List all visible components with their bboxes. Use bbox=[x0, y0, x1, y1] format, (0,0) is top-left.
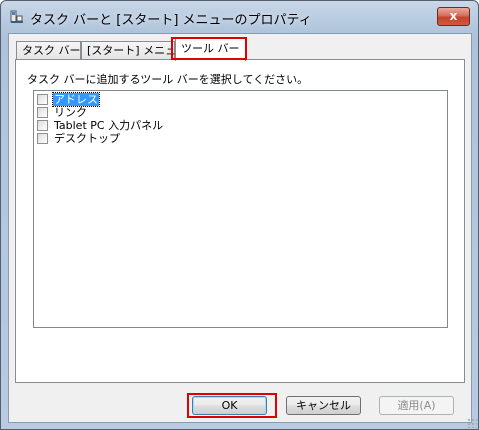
list-item-label: デスクトップ bbox=[54, 132, 120, 145]
tab-start-menu[interactable]: [スタート] メニュー bbox=[81, 41, 187, 60]
cancel-button[interactable]: キャンセル bbox=[286, 396, 361, 415]
tab-toolbars[interactable]: ツール バー bbox=[175, 38, 246, 61]
list-item-label: リンク bbox=[54, 106, 87, 119]
resize-grip-icon[interactable] bbox=[467, 418, 477, 428]
title-bar[interactable]: タスク バーと [スタート] メニューのプロパティ x bbox=[1, 1, 478, 33]
apply-button[interactable]: 適用(A) bbox=[379, 396, 454, 415]
instruction-text: タスク バーに追加するツール バーを選択してください。 bbox=[27, 73, 309, 86]
desktop-checkbox[interactable] bbox=[37, 133, 48, 144]
toolbars-tab-panel: タスク バーに追加するツール バーを選択してください。 アドレス リンク Tab… bbox=[15, 59, 465, 383]
close-button[interactable]: x bbox=[437, 7, 470, 26]
window-title: タスク バーと [スタート] メニューのプロパティ bbox=[30, 13, 312, 28]
dialog-button-bar: OK キャンセル 適用(A) bbox=[9, 392, 471, 418]
taskbar-properties-icon bbox=[10, 10, 23, 23]
properties-window: タスク バーと [スタート] メニューのプロパティ x タスク バー [スタート… bbox=[0, 0, 479, 430]
tablet-pc-input-panel-checkbox[interactable] bbox=[37, 120, 48, 131]
close-icon: x bbox=[449, 9, 458, 23]
address-checkbox[interactable] bbox=[37, 94, 48, 105]
toolbar-list[interactable]: アドレス リンク Tablet PC 入力パネル デスクトップ bbox=[33, 90, 448, 328]
list-item-label: アドレス bbox=[52, 92, 100, 107]
links-checkbox[interactable] bbox=[37, 107, 48, 118]
tab-taskbar[interactable]: タスク バー bbox=[16, 41, 81, 60]
ok-button[interactable]: OK bbox=[192, 396, 267, 415]
dialog-client-area: タスク バー [スタート] メニュー ツール バー タスク バーに追加するツール… bbox=[8, 33, 472, 423]
list-item-label: Tablet PC 入力パネル bbox=[54, 119, 164, 132]
